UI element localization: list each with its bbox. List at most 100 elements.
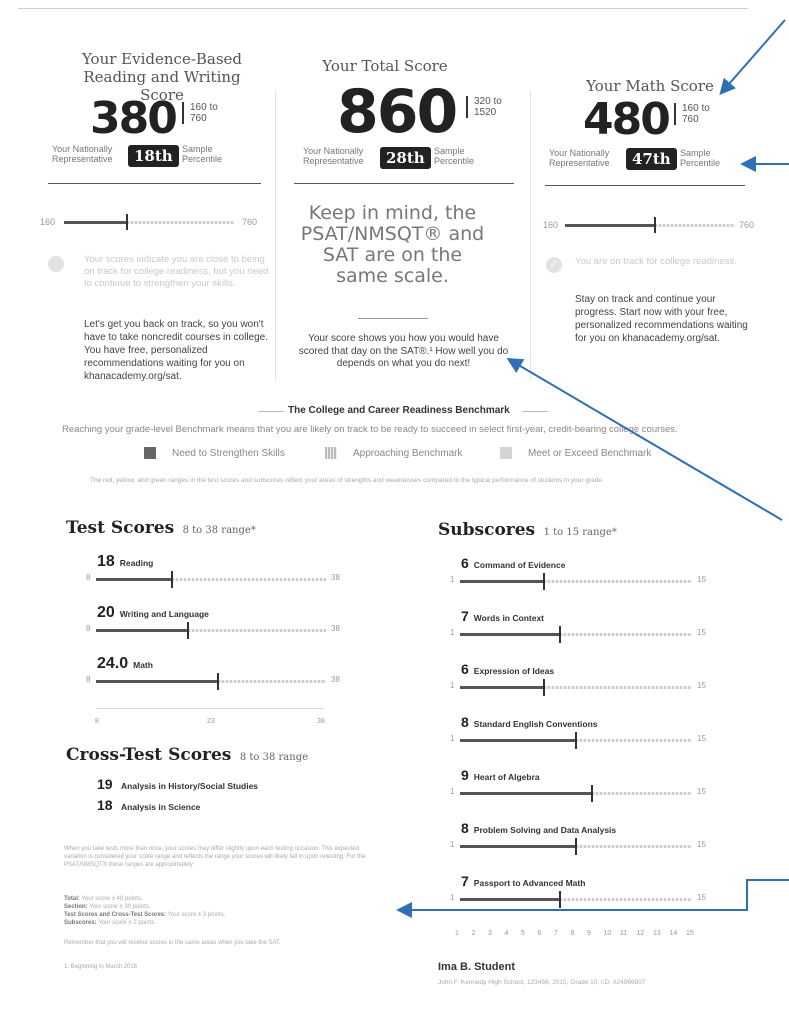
subscore-row-bar-empty [543,580,692,583]
variation-list: Total: Your score ± 40 points. Section: … [64,895,364,927]
variation-section-label: Section: [64,904,88,910]
subscore-row-bar-filled [460,580,544,583]
math-title: Your Math Score [586,77,714,95]
subscore-row-bar-empty [576,739,692,742]
subscore-row-header: 8 Problem Solving and Data Analysis [461,820,616,838]
subscore-axis-tick: 15 [686,930,694,937]
subscore-row-header: 7 Passport to Advanced Math [461,873,585,891]
subscore-axis-tick: 4 [504,930,509,937]
legend-meet-swatch [500,447,512,459]
subscore-row-bar-filled [460,898,560,901]
subscore-row-header: 9 Heart of Algebra [461,767,540,785]
subscore-row-label: Problem Solving and Data Analysis [473,825,617,835]
subscore-axis-tick: 12 [636,930,645,937]
test-score-row-max: 38 [331,624,340,633]
math-range: 160 to 760 [674,103,720,125]
subscore-row-label: Heart of Algebra [473,772,540,782]
subscore-row-bar-empty [559,898,692,901]
divider-right [530,90,531,380]
subscore-row-header: 7 Words in Context [461,608,544,626]
subscore-axis-tick: 7 [554,930,558,937]
math-bar-filled [565,224,656,227]
variation-total: Your score ± 40 points. [81,896,143,902]
test-score-row-label: Writing and Language [119,609,209,619]
subscore-row-label: Command of Evidence [473,560,566,570]
subscore-row-max: 15 [697,787,706,796]
math-percentile: 47th [626,148,677,170]
subscore-row-header: 8 Standard English Conventions [461,714,598,732]
subscore-row-min: 1 [450,734,455,743]
test-score-row-score: 18 [97,553,115,570]
math-scale-min: 160 [543,220,559,230]
total-score: 860 [337,77,458,147]
subscore-axis-tick: 2 [471,930,476,937]
test-axis-line [96,708,324,709]
subscore-axis-tick: 1 [455,930,459,937]
benchmark-title: The College and Career Readiness Benchma… [288,405,510,416]
test-axis-max: 38 [317,718,325,725]
test-score-row-marker [216,673,219,690]
subscore-row-label: Passport to Advanced Math [473,878,586,888]
ebrw-score: 380 [90,93,178,144]
cross-label: Analysis in History/Social Studies [121,781,259,791]
subscore-row-max: 15 [697,575,706,584]
ebrw-scale-min: 160 [40,217,56,227]
math-check-icon: ✓ [546,257,562,273]
math-score: 480 [583,94,671,145]
cross-label: Analysis in Science [121,802,201,812]
test-score-row-header: 20 Writing and Language [97,604,209,622]
test-score-row-label: Math [133,660,153,670]
subscore-row-min: 1 [450,840,455,849]
test-score-row-header: 18 Reading [97,553,153,571]
subscore-row-label: Standard English Conventions [473,719,598,729]
subscore-row-marker [558,891,561,908]
subscore-row-max: 15 [697,681,706,690]
test-axis-mid: 23 [207,718,215,725]
subscore-row-min: 1 [450,893,455,902]
benchmark-footnote: The red, yellow, and green ranges in the… [90,477,604,484]
benchmark-rule-right [522,411,548,412]
keep-in-mind: Keep in mind, the PSAT/NMSQT® and SAT ar… [300,202,485,287]
cross-test-heading: Cross-Test Scores 8 to 38 range [66,745,308,765]
math-advice: Stay on track and continue your progress… [575,294,748,344]
variation-para: When you take tests more than once, your… [64,846,366,868]
math-scale-max: 760 [739,220,755,230]
subscore-row-header: 6 Expression of Ideas [461,661,554,679]
ebrw-scale-max: 760 [242,217,258,227]
subscore-row-marker [542,573,545,590]
ebrw-pct-left: Your Nationally Representative [52,144,113,164]
legend-approaching-label: Approaching Benchmark [353,448,463,459]
ebrw-advice: Let's get you back on track, so you won'… [84,319,268,382]
subscore-row-bar-empty [576,845,692,848]
benchmark-subtitle: Reaching your grade-level Benchmark mean… [62,424,678,435]
subscore-axis-tick: 8 [570,930,575,937]
divider-left [275,90,276,380]
subscore-row-max: 15 [697,893,706,902]
arrow-to-total-note [506,357,783,521]
math-pct-left: Your Nationally Representative [549,148,610,168]
subscores-title: Subscores [438,520,536,540]
subscore-row-max: 15 [697,628,706,637]
subscore-row-score: 9 [461,767,469,783]
subscore-row-marker [575,732,577,749]
math-marker [654,217,657,233]
test-score-row-header: 24.0 Math [97,655,153,673]
ebrw-message: Your scores indicate you are close to be… [84,254,269,289]
math-rule [545,185,745,186]
benchmark-rule-left [258,411,284,412]
test-score-row-bar-empty [188,629,326,632]
legend-need-label: Need to Strengthen Skills [172,448,285,459]
variation-sub-label: Subscores: [64,920,97,926]
test-score-row-min: 8 [86,624,91,633]
test-score-row-min: 8 [86,573,91,582]
subscore-row-max: 15 [697,734,706,743]
cross-test-title: Cross-Test Scores [66,745,232,765]
ebrw-bar-empty [126,221,234,224]
subscore-row-score: 6 [461,555,469,571]
subscore-axis-tick: 9 [587,930,591,937]
test-scores-heading: Test Scores 8 to 38 range* [66,518,256,538]
cross-item: 18 Analysis in Science [97,797,200,815]
subscore-axis-tick: 6 [537,930,542,937]
ebrw-bar-filled [64,221,127,224]
subscore-row-bar-empty [543,686,692,689]
